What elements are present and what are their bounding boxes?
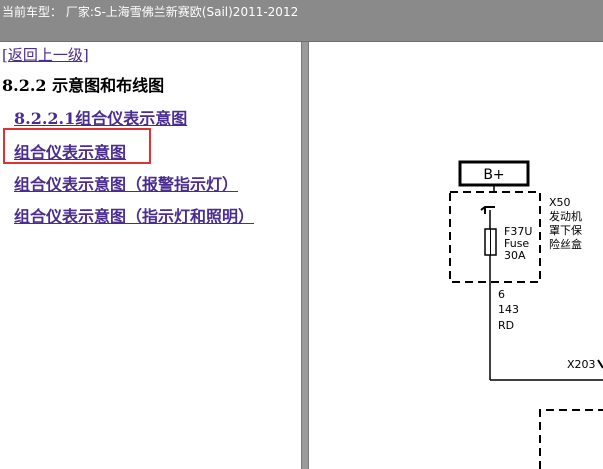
back-link[interactable]: [返回上一级] xyxy=(2,44,89,65)
box-label-line3: 罩下保 xyxy=(549,223,582,237)
pin-number: 6 xyxy=(498,288,505,301)
section-heading: 8.2.2 示意图和布线图 xyxy=(2,76,165,95)
connector-icon xyxy=(597,359,603,369)
diagram-pane[interactable]: B+ F37U Fuse 30A X50 发动机 罩下保 险丝盒 6 143 R… xyxy=(309,42,603,469)
nav-link-cluster-indicators-lighting[interactable]: 组合仪表示意图（指示灯和照明） xyxy=(14,203,254,227)
lower-component-outline xyxy=(539,409,603,469)
box-label-line2: 发动机 xyxy=(549,209,582,223)
nav-link-cluster-schematic-8221[interactable]: 8.2.2.1组合仪表示意图 xyxy=(14,105,187,129)
wiring-diagram: B+ F37U Fuse 30A X50 发动机 罩下保 险丝盒 6 143 R… xyxy=(449,160,603,469)
title-bar: 当前车型： 厂家:S-上海雪佛兰新赛欧(Sail)2011-2012 xyxy=(0,0,603,42)
connector-label: X203 xyxy=(567,358,596,371)
wire-color: RD xyxy=(498,319,514,332)
fuse-terminal-icon xyxy=(480,206,495,214)
box-label-line4: 险丝盒 xyxy=(549,237,582,251)
nav-link-cluster-warning-lights[interactable]: 组合仪表示意图（报警指示灯） xyxy=(14,171,238,195)
vehicle-model-title: 当前车型： 厂家:S-上海雪佛兰新赛欧(Sail)2011-2012 xyxy=(2,5,299,19)
circuit-number: 143 xyxy=(498,303,519,316)
pane-splitter[interactable] xyxy=(301,42,309,469)
fuse-rating: 30A xyxy=(504,249,526,262)
power-label: B+ xyxy=(483,167,504,183)
nav-link-cluster-schematic[interactable]: 组合仪表示意图 xyxy=(14,139,126,163)
navigation-pane: [返回上一级] 8.2.2 示意图和布线图 8.2.2.1组合仪表示意图 组合仪… xyxy=(0,42,301,469)
box-label-x50: X50 xyxy=(549,196,571,209)
